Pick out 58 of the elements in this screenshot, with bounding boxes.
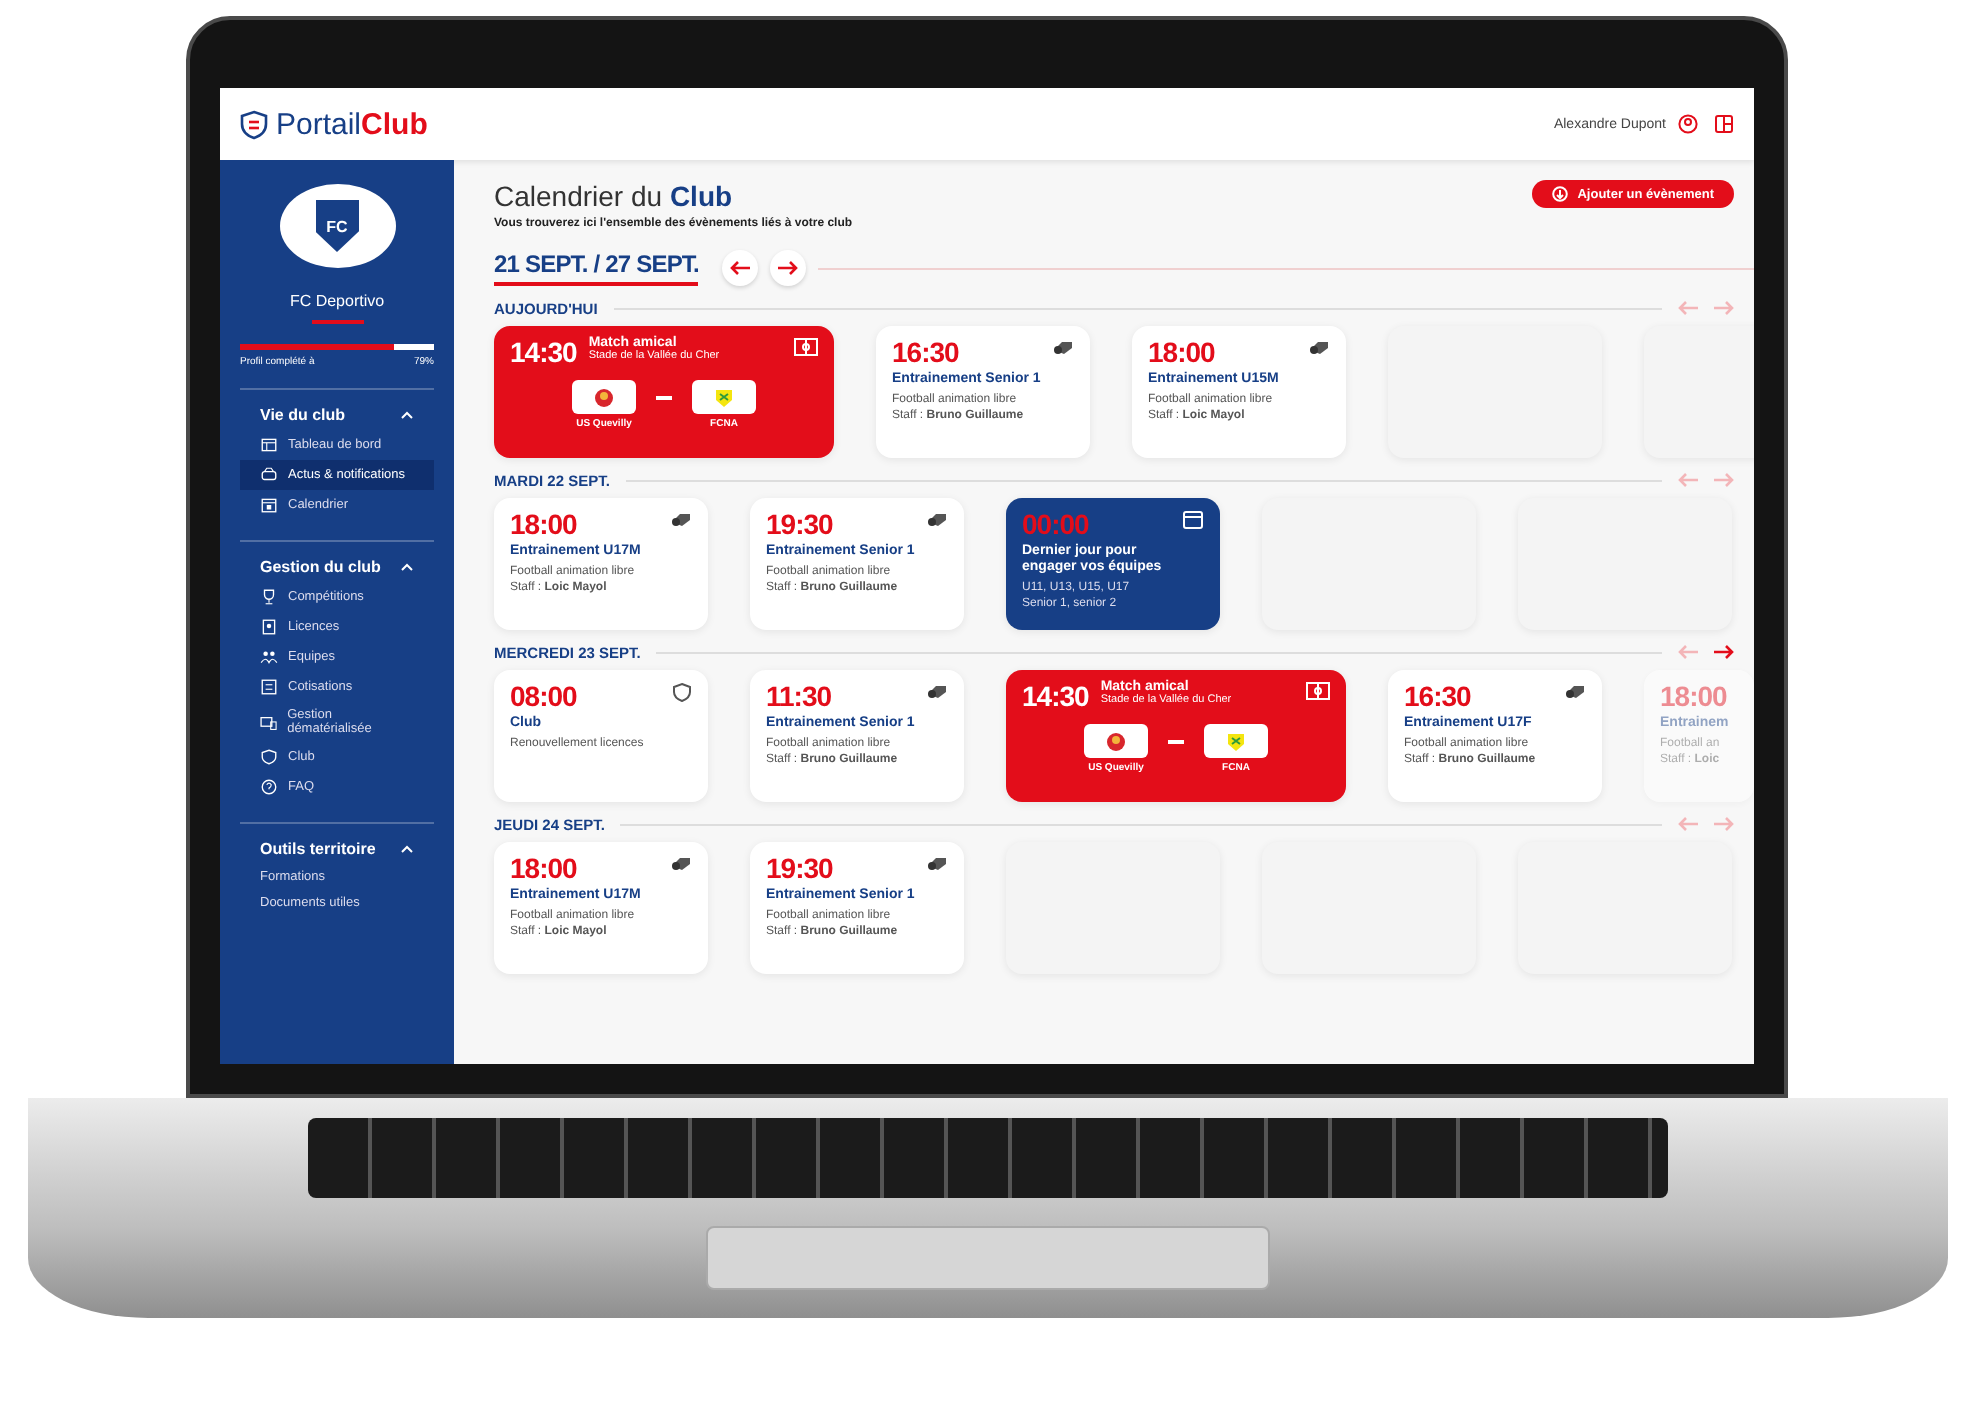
chevron-up-icon[interactable]	[400, 562, 414, 572]
user-icon[interactable]	[1678, 114, 1698, 134]
logout-icon[interactable]	[1714, 114, 1734, 134]
devices-icon	[260, 713, 278, 731]
event-time: 08:00	[510, 680, 577, 712]
arrow-right-icon	[1714, 814, 1734, 834]
download-circle-icon	[1551, 186, 1568, 202]
event-time: 18:00	[510, 852, 577, 884]
chevron-up-icon[interactable]	[400, 410, 414, 420]
people-icon	[260, 648, 278, 666]
arrow-left-icon	[730, 258, 751, 278]
arrow-right-icon	[1714, 298, 1734, 318]
team-logo	[692, 380, 756, 414]
team-logo	[1084, 724, 1148, 758]
event-time: 16:30	[1404, 680, 1471, 712]
chevron-up-icon[interactable]	[400, 844, 414, 854]
calendar-icon	[260, 496, 278, 514]
event-time: 14:30	[1022, 680, 1089, 712]
club-name: FC Deportivo	[287, 292, 387, 310]
id-card-icon	[260, 618, 278, 636]
section-title: Vie du club	[260, 406, 346, 424]
list-icon	[260, 678, 278, 696]
week-range: 21 SEPT. / 27 SEPT.	[494, 250, 699, 286]
arrow-left-icon	[1678, 642, 1698, 662]
app-logo-text: PortailClub	[276, 107, 428, 141]
trophy-icon	[260, 588, 278, 606]
section-title: Outils territoire	[260, 840, 376, 858]
logo-icon	[240, 109, 268, 139]
arrow-right-icon	[1714, 470, 1734, 490]
team-logo	[1204, 724, 1268, 758]
arrow-left-icon	[1678, 298, 1698, 318]
team-logo	[572, 380, 636, 414]
pitch-icon	[794, 338, 818, 356]
next-week-button[interactable]	[770, 250, 807, 286]
next-button[interactable]	[1714, 642, 1734, 662]
shield-icon	[672, 682, 692, 702]
pitch-icon	[1306, 682, 1330, 700]
help-icon	[260, 778, 278, 796]
event-time: 11:30	[766, 680, 832, 712]
event-time: 16:30	[892, 336, 959, 368]
section-title: Gestion du club	[260, 558, 381, 576]
arrow-right-icon	[1714, 642, 1734, 662]
page-title: Calendrier du Club	[494, 180, 735, 212]
event-time: 19:30	[766, 508, 833, 540]
shield-icon	[260, 748, 278, 766]
event-time: 18:00	[1148, 336, 1215, 368]
arrow-left-icon	[1678, 814, 1698, 834]
table-icon	[260, 436, 278, 454]
event-time: 14:30	[510, 336, 577, 368]
calendar-icon	[1182, 510, 1204, 530]
arrow-right-icon	[778, 258, 799, 278]
arrow-left-icon	[1678, 470, 1698, 490]
previous-week-button[interactable]	[722, 250, 759, 286]
event-time: 18:00	[1660, 680, 1727, 712]
event-time: 19:30	[766, 852, 833, 884]
event-time: 00:00	[1022, 508, 1089, 540]
crest-initials: FC	[315, 200, 359, 252]
event-time: 18:00	[510, 508, 577, 540]
